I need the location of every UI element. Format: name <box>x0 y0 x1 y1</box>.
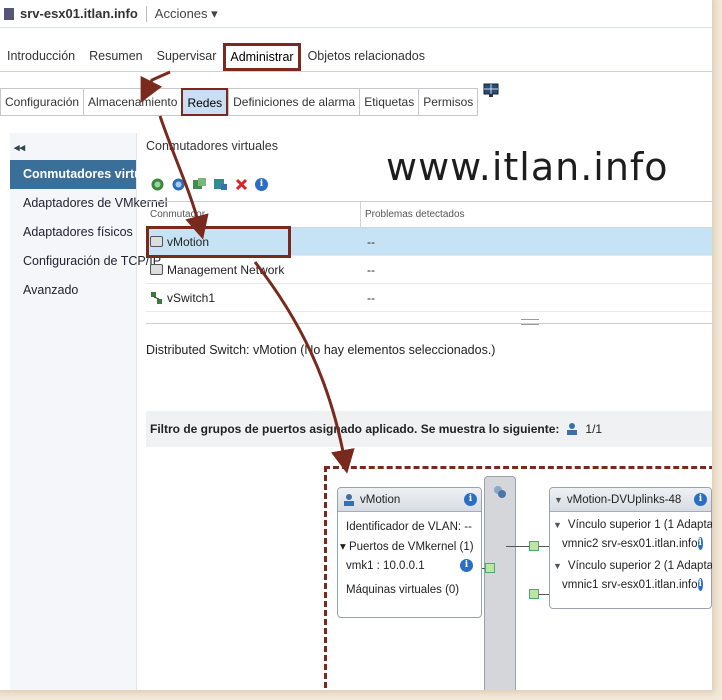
portgroup-title: vMotion <box>360 493 401 506</box>
distributed-switch-icon <box>151 291 162 304</box>
uplink-label: Vínculo superior 2 (1 Adaptad... <box>567 560 712 572</box>
top-bar: srv-esx01.itlan.info Acciones ▾ <box>0 0 712 28</box>
info-icon[interactable]: i <box>460 559 473 572</box>
port-icon <box>485 563 495 573</box>
vmk1-row[interactable]: vmk1 : 10.0.0.1 i <box>338 556 481 575</box>
info-icon[interactable]: i <box>694 493 707 506</box>
port-icon <box>529 541 539 551</box>
distributed-switch-column <box>484 476 516 690</box>
add-network-icon[interactable] <box>150 177 165 192</box>
portgroup-card[interactable]: vMotion i Identificador de VLAN: -- ▾ Pu… <box>337 487 482 618</box>
add-host-networking-icon[interactable] <box>171 177 186 192</box>
sidebar-item-tcpip[interactable]: Configuración de TCP/IP <box>10 247 161 276</box>
sidebar-item-conmutadores[interactable]: Conmutadores virtuales <box>10 160 166 189</box>
toolbar: i <box>150 177 268 192</box>
collapse-arrow-icon[interactable]: ▼ <box>554 495 563 505</box>
issues-cell: -- <box>367 262 375 277</box>
sidebar-item-adaptadores-fisicos[interactable]: Adaptadores físicos <box>10 218 136 247</box>
column-header-conmutador[interactable]: Conmutador <box>146 202 361 227</box>
filter-bar: Filtro de grupos de puertos asignado apl… <box>146 411 712 447</box>
watermark: www.itlan.info <box>386 145 669 189</box>
delete-icon[interactable] <box>234 177 249 192</box>
switch-name: Management Network <box>167 262 285 277</box>
issues-cell: -- <box>367 234 375 249</box>
host-icon <box>4 7 14 20</box>
tab-definiciones-alarma[interactable]: Definiciones de alarma <box>228 88 360 116</box>
sidebar: ◂◂ Conmutadores virtuales Adaptadores de… <box>10 133 168 690</box>
virtual-machines: Máquinas virtuales (0) <box>346 584 460 596</box>
connector-line <box>539 594 549 595</box>
info-icon[interactable]: i <box>255 178 268 191</box>
highlight-box <box>146 226 291 258</box>
separator <box>145 5 147 22</box>
collapse-arrow-icon[interactable]: ▼ <box>553 520 562 530</box>
table-header: Conmutador Problemas detectados <box>146 202 712 228</box>
section-title: Conmutadores virtuales <box>146 139 279 153</box>
switch-cell: Management Network <box>146 256 361 283</box>
secondary-tabs: Configuración Almacenamiento Redes Defin… <box>0 88 479 116</box>
card-header: ▼ vMotion-DVUplinks-48 i <box>550 488 711 512</box>
uplink-row[interactable]: ▼ Vínculo superior 2 (1 Adaptad... <box>550 557 712 575</box>
card-header: vMotion i <box>338 488 481 512</box>
tab-permisos[interactable]: Permisos <box>418 88 479 116</box>
host-name: srv-esx01.itlan.info <box>20 6 138 21</box>
tab-resumen[interactable]: Resumen <box>82 49 150 71</box>
portgroup-icon <box>344 493 354 506</box>
column-header-problemas[interactable]: Problemas detectados <box>361 202 469 227</box>
table-row[interactable]: Management Network -- <box>146 256 712 284</box>
filter-text: Filtro de grupos de puertos asignado apl… <box>150 422 560 436</box>
collapse-icon[interactable]: ◂◂ <box>10 133 136 160</box>
monitor-icon <box>483 83 499 97</box>
tab-redes[interactable]: Redes <box>181 88 229 116</box>
uplinks-title: vMotion-DVUplinks-48 <box>566 493 682 506</box>
distributed-switch-label: Distributed Switch: vMotion (No hay elem… <box>146 343 496 357</box>
main-panel: Conmutadores virtuales www.itlan.info i … <box>146 133 712 690</box>
tab-configuracion[interactable]: Configuración <box>0 88 84 116</box>
uplink-row[interactable]: ▼ Vínculo superior 1 (1 Adaptad... <box>550 516 712 534</box>
nic-label: vmnic1 srv-esx01.itlan.info <box>562 578 698 591</box>
portgroup-icon <box>567 423 578 435</box>
uplinks-card[interactable]: ▼ vMotion-DVUplinks-48 i ▼ Vínculo super… <box>549 487 712 609</box>
table-row[interactable]: vMotion -- <box>146 226 712 258</box>
tab-objetos-relacionados[interactable]: Objetos relacionados <box>301 49 432 71</box>
switch-name: vSwitch1 <box>167 290 216 305</box>
tab-almacenamiento[interactable]: Almacenamiento <box>83 88 182 116</box>
tab-administrar[interactable]: Administrar <box>223 43 301 71</box>
dvswitch-icon <box>494 486 506 498</box>
splitter-handle[interactable] <box>521 319 539 325</box>
tab-introduccion[interactable]: Introducción <box>0 49 82 71</box>
nic-row[interactable]: vmnic2 srv-esx01.itlan.info i <box>550 534 711 553</box>
tab-etiquetas[interactable]: Etiquetas <box>359 88 419 116</box>
info-icon[interactable]: i <box>464 493 477 506</box>
nic-row[interactable]: vmnic1 srv-esx01.itlan.info i <box>550 575 711 594</box>
vmkernel-ports[interactable]: ▾ Puertos de VMkernel (1) <box>338 536 481 556</box>
switch-cell: vMotion <box>146 226 361 258</box>
nic-label: vmnic2 srv-esx01.itlan.info <box>562 537 698 550</box>
table-row[interactable]: vSwitch1 -- <box>146 284 712 312</box>
filter-count: 1/1 <box>585 422 603 436</box>
window: srv-esx01.itlan.info Acciones ▾ Introduc… <box>0 0 712 690</box>
issues-cell: -- <box>367 290 375 305</box>
collapse-arrow-icon[interactable]: ▼ <box>553 561 562 571</box>
actions-menu[interactable]: Acciones ▾ <box>155 6 218 22</box>
migrate-icon[interactable] <box>192 177 207 192</box>
sidebar-item-adaptadores-vmkernel[interactable]: Adaptadores de VMkernel <box>10 189 168 218</box>
edit-settings-icon[interactable] <box>213 177 228 192</box>
info-icon[interactable]: i <box>697 537 703 550</box>
vlan-id: Identificador de VLAN: -- <box>346 521 472 533</box>
tab-supervisar[interactable]: Supervisar <box>150 49 224 71</box>
switch-icon <box>150 264 163 275</box>
primary-tabs: Introducción Resumen Supervisar Administ… <box>0 38 712 72</box>
switch-table: Conmutador Problemas detectados vMotion … <box>146 201 712 312</box>
sidebar-item-avanzado[interactable]: Avanzado <box>10 276 136 305</box>
pane-splitter[interactable] <box>146 323 712 324</box>
connector-line <box>539 546 549 547</box>
uplink-label: Vínculo superior 1 (1 Adaptad... <box>567 519 712 531</box>
info-icon[interactable]: i <box>697 578 703 591</box>
vmk1-label: vmk1 : 10.0.0.1 <box>346 559 425 572</box>
switch-cell: vSwitch1 <box>146 284 361 311</box>
port-icon <box>529 589 539 599</box>
